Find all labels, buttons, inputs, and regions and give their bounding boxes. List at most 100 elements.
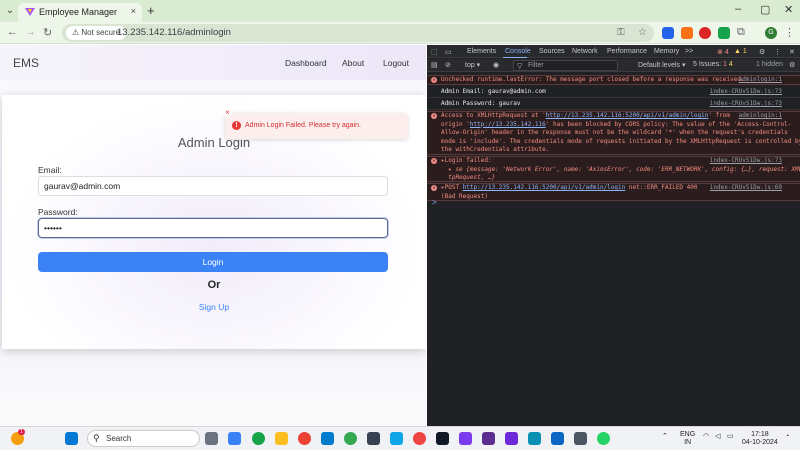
login-button[interactable]: Login	[38, 252, 388, 272]
new-tab-button[interactable]: +	[147, 3, 155, 18]
log-levels-dropdown[interactable]: Default levels ▾	[638, 61, 685, 69]
tab-performance[interactable]: Performance	[607, 48, 647, 55]
vscode-icon[interactable]	[321, 432, 334, 445]
menu-kebab-icon[interactable]: ⋮	[784, 26, 795, 39]
console-message-line: Allow-Origin' header in the response mus…	[441, 129, 788, 136]
device-toggle-icon[interactable]: ▭	[445, 48, 452, 56]
profile-avatar[interactable]: G	[765, 27, 777, 39]
address-bar[interactable]: ⚠ Not secure 13.235.142.116/adminlogin ⚿…	[62, 24, 654, 42]
console-message-text: Unchecked runtime.lastError: The message…	[441, 76, 745, 83]
copilot-icon[interactable]	[228, 432, 241, 445]
forward-icon[interactable]: →	[25, 26, 36, 38]
notification-bell-icon[interactable]: ◔	[785, 433, 789, 441]
console-source-link[interactable]: index-CRUv51Dw.js:73	[710, 157, 782, 166]
tab-elements[interactable]: Elements	[467, 48, 496, 55]
file-explorer-icon[interactable]	[275, 432, 288, 445]
taskbar-search[interactable]: ⚲ Search	[87, 430, 200, 447]
context-selector[interactable]: top ▾	[465, 61, 480, 69]
tab-sources[interactable]: Sources	[539, 48, 565, 55]
extension-icon[interactable]	[699, 27, 711, 39]
visual-studio-icon[interactable]	[482, 432, 495, 445]
tab-close-icon[interactable]: ×	[131, 6, 136, 16]
tab-memory[interactable]: Memory	[654, 48, 679, 55]
system-clock[interactable]: 17:18 04-10-2024	[742, 431, 778, 447]
toast-message: Admin Login Failed. Please try again.	[245, 122, 361, 129]
console-filter-input[interactable]: ▽ Filter	[513, 60, 618, 71]
console-source-link[interactable]: index-CRUv51Dw.js:73	[710, 88, 782, 97]
clear-console-icon[interactable]: ⊘	[445, 61, 451, 69]
tab-title: Employee Manager	[39, 7, 118, 17]
extension-icon[interactable]	[662, 27, 674, 39]
nav-logout-link[interactable]: Logout	[383, 58, 409, 68]
chrome-icon[interactable]	[252, 432, 265, 445]
password-key-icon[interactable]: ⚿	[617, 27, 625, 38]
site-brand[interactable]: EMS	[13, 56, 39, 70]
whatsapp-icon[interactable]	[597, 432, 610, 445]
console-source-link[interactable]: index-CRUv51Dw.js:69	[710, 184, 782, 193]
extensions-puzzle-icon[interactable]: ⧉	[737, 26, 745, 39]
wifi-icon[interactable]: ◠	[703, 433, 709, 441]
extension-icon[interactable]	[681, 27, 693, 39]
app-icon[interactable]	[574, 432, 587, 445]
devtools-close-icon[interactable]: ✕	[789, 48, 795, 56]
chrome-icon[interactable]	[298, 432, 311, 445]
linkedin-icon[interactable]	[551, 432, 564, 445]
app-icon[interactable]	[436, 432, 449, 445]
devtools-inspect-icon[interactable]: ⬚	[431, 48, 438, 56]
console-settings-gear-icon[interactable]: ⚙	[789, 61, 795, 69]
maximize-button[interactable]: ▢	[760, 3, 770, 16]
nav-about-link[interactable]: About	[342, 58, 364, 68]
app-icon[interactable]	[459, 432, 472, 445]
console-message-line: origin 'http://13.235.142.116' has been …	[441, 121, 791, 130]
issues-button[interactable]: 5 Issues: 1 4	[693, 61, 733, 68]
chrome-icon[interactable]	[344, 432, 357, 445]
tab-search-chevron-icon[interactable]: ⌄	[3, 4, 17, 18]
close-window-button[interactable]: ✕	[784, 3, 793, 16]
show-hidden-icons-icon[interactable]: ⌃	[662, 433, 668, 441]
console-message-line[interactable]: ▸Login failed:	[441, 157, 492, 166]
reload-icon[interactable]: ↻	[43, 26, 52, 39]
toast-close-icon[interactable]: ×	[223, 108, 232, 117]
eye-icon[interactable]: ◉	[493, 61, 499, 69]
chrome-icon[interactable]	[413, 432, 426, 445]
bookmark-star-icon[interactable]: ☆	[638, 27, 647, 38]
tab-console[interactable]: Console	[505, 48, 531, 55]
settings-gear-icon[interactable]: ⚙	[759, 48, 765, 56]
browser-tab[interactable]: Employee Manager ×	[18, 3, 142, 22]
console-message-text: Admin Password: gaurav	[441, 100, 521, 107]
password-field[interactable]: ••••••	[38, 218, 388, 238]
task-view-icon[interactable]	[205, 432, 218, 445]
more-tabs-icon[interactable]: >>	[685, 48, 693, 55]
request-url-link[interactable]: http://13.235.142.116:5200/api/v1/admin/…	[546, 112, 709, 119]
tab-network[interactable]: Network	[572, 48, 598, 55]
console-source-link[interactable]: adminlogin:1	[739, 76, 782, 85]
warning-count-badge[interactable]: ▲ 1	[734, 48, 747, 55]
app-icon[interactable]	[528, 432, 541, 445]
error-count-badge[interactable]: ⊗ 4	[717, 48, 729, 56]
console-message-line: Access to XMLHttpRequest at 'http://13.2…	[441, 112, 730, 121]
console-source-link[interactable]: index-CRUv51Dw.js:73	[710, 100, 782, 109]
app-icon[interactable]	[505, 432, 518, 445]
minimize-button[interactable]: –	[735, 3, 741, 15]
nav-dashboard-link[interactable]: Dashboard	[285, 58, 327, 68]
sidebar-toggle-icon[interactable]: ▤	[431, 61, 438, 69]
axios-error-object[interactable]: ▸ se {message: 'Network Error', name: 'A…	[441, 166, 800, 175]
terminal-icon[interactable]	[367, 432, 380, 445]
url-text[interactable]: 13.235.142.116/adminlogin	[117, 27, 231, 38]
origin-link[interactable]: http://13.235.142.116	[470, 121, 546, 128]
start-windows-icon[interactable]	[65, 432, 78, 445]
extension-icon[interactable]	[718, 27, 730, 39]
console-message-line[interactable]: ▸POST http://13.235.142.116:5200/api/v1/…	[441, 184, 698, 193]
signup-link[interactable]: Sign Up	[2, 302, 426, 312]
language-indicator[interactable]: ENG IN	[680, 431, 695, 447]
back-icon[interactable]: ←	[7, 26, 18, 38]
email-field[interactable]: gaurav@admin.com	[38, 176, 388, 196]
console-source-link[interactable]: adminlogin:1	[739, 112, 782, 121]
battery-icon[interactable]: ▭	[727, 433, 734, 441]
volume-icon[interactable]: ◁	[715, 433, 720, 441]
app-icon[interactable]	[390, 432, 403, 445]
console-prompt[interactable]: >	[432, 198, 437, 207]
tab-strip: ⌄ Employee Manager × + – ▢ ✕	[0, 0, 800, 22]
request-url-link[interactable]: http://13.235.142.116:5200/api/v1/admin/…	[463, 184, 626, 191]
devtools-menu-icon[interactable]: ⋮	[774, 48, 781, 56]
